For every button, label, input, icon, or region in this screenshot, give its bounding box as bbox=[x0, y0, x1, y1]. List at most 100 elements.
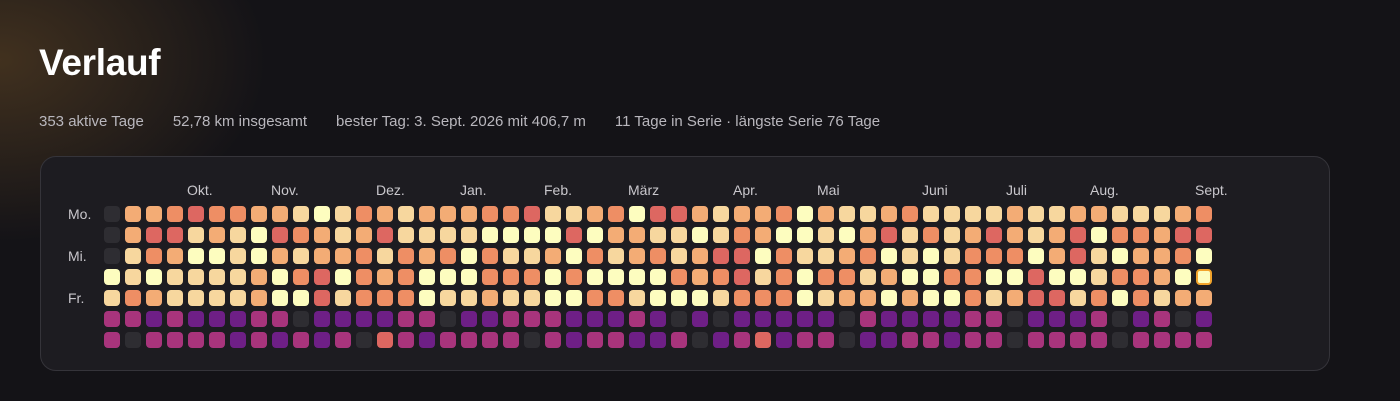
heatmap-cell[interactable] bbox=[398, 248, 414, 264]
heatmap-cell[interactable] bbox=[1133, 311, 1149, 327]
heatmap-cell[interactable] bbox=[1091, 206, 1107, 222]
heatmap-cell[interactable] bbox=[125, 227, 141, 243]
heatmap-cell[interactable] bbox=[755, 248, 771, 264]
heatmap-cell[interactable] bbox=[776, 206, 792, 222]
heatmap-cell[interactable] bbox=[1196, 206, 1212, 222]
heatmap-cell[interactable] bbox=[104, 206, 120, 222]
heatmap-cell[interactable] bbox=[461, 269, 477, 285]
heatmap-cell[interactable] bbox=[146, 311, 162, 327]
heatmap-cell[interactable] bbox=[293, 206, 309, 222]
heatmap-cell[interactable] bbox=[629, 290, 645, 306]
heatmap-cell[interactable] bbox=[902, 269, 918, 285]
heatmap-cell[interactable] bbox=[776, 311, 792, 327]
heatmap-cell[interactable] bbox=[272, 332, 288, 348]
heatmap-cell[interactable] bbox=[503, 332, 519, 348]
heatmap-cell[interactable] bbox=[545, 332, 561, 348]
heatmap-cell[interactable] bbox=[1049, 290, 1065, 306]
heatmap-cell[interactable] bbox=[377, 227, 393, 243]
heatmap-cell[interactable] bbox=[713, 206, 729, 222]
heatmap-cell[interactable] bbox=[125, 206, 141, 222]
heatmap-cell[interactable] bbox=[209, 227, 225, 243]
heatmap-cell[interactable] bbox=[335, 206, 351, 222]
heatmap-cell[interactable] bbox=[902, 332, 918, 348]
heatmap-cell[interactable] bbox=[839, 290, 855, 306]
heatmap-cell[interactable] bbox=[881, 269, 897, 285]
heatmap-cell[interactable] bbox=[650, 227, 666, 243]
heatmap-cell[interactable] bbox=[1175, 227, 1191, 243]
heatmap-cell[interactable] bbox=[1091, 248, 1107, 264]
heatmap-cell[interactable] bbox=[188, 311, 204, 327]
heatmap-cell[interactable] bbox=[230, 227, 246, 243]
heatmap-cell[interactable] bbox=[608, 290, 624, 306]
heatmap-cell[interactable] bbox=[944, 332, 960, 348]
heatmap-cell[interactable] bbox=[482, 206, 498, 222]
heatmap-cell[interactable] bbox=[251, 311, 267, 327]
heatmap-cell[interactable] bbox=[671, 332, 687, 348]
heatmap-cell[interactable] bbox=[1028, 332, 1044, 348]
heatmap-cell[interactable] bbox=[398, 332, 414, 348]
heatmap-cell[interactable] bbox=[293, 311, 309, 327]
heatmap-cell[interactable] bbox=[692, 227, 708, 243]
heatmap-cell-today[interactable] bbox=[1196, 269, 1212, 285]
heatmap-cell[interactable] bbox=[1007, 311, 1023, 327]
heatmap-cell[interactable] bbox=[965, 206, 981, 222]
heatmap-cell[interactable] bbox=[398, 290, 414, 306]
heatmap-cell[interactable] bbox=[797, 227, 813, 243]
heatmap-cell[interactable] bbox=[356, 206, 372, 222]
heatmap-cell[interactable] bbox=[251, 227, 267, 243]
heatmap-cell[interactable] bbox=[1070, 269, 1086, 285]
heatmap-cell[interactable] bbox=[272, 227, 288, 243]
heatmap-cell[interactable] bbox=[440, 269, 456, 285]
heatmap-cell[interactable] bbox=[230, 248, 246, 264]
heatmap-cell[interactable] bbox=[1091, 290, 1107, 306]
heatmap-cell[interactable] bbox=[818, 206, 834, 222]
heatmap-cell[interactable] bbox=[566, 290, 582, 306]
heatmap-cell[interactable] bbox=[713, 248, 729, 264]
heatmap-cell[interactable] bbox=[566, 332, 582, 348]
heatmap-cell[interactable] bbox=[923, 290, 939, 306]
heatmap-cell[interactable] bbox=[986, 269, 1002, 285]
heatmap-cell[interactable] bbox=[1091, 269, 1107, 285]
heatmap-cell[interactable] bbox=[461, 311, 477, 327]
heatmap-cell[interactable] bbox=[1028, 290, 1044, 306]
heatmap-cell[interactable] bbox=[545, 290, 561, 306]
heatmap-cell[interactable] bbox=[188, 248, 204, 264]
heatmap-cell[interactable] bbox=[734, 227, 750, 243]
heatmap-cell[interactable] bbox=[524, 269, 540, 285]
heatmap-cell[interactable] bbox=[104, 332, 120, 348]
heatmap-cell[interactable] bbox=[881, 227, 897, 243]
heatmap-cell[interactable] bbox=[440, 227, 456, 243]
heatmap-cell[interactable] bbox=[692, 206, 708, 222]
heatmap-cell[interactable] bbox=[923, 227, 939, 243]
heatmap-cell[interactable] bbox=[713, 290, 729, 306]
heatmap-cell[interactable] bbox=[671, 248, 687, 264]
heatmap-cell[interactable] bbox=[545, 227, 561, 243]
heatmap-cell[interactable] bbox=[146, 269, 162, 285]
heatmap-cell[interactable] bbox=[503, 311, 519, 327]
heatmap-cell[interactable] bbox=[419, 206, 435, 222]
heatmap-cell[interactable] bbox=[713, 227, 729, 243]
heatmap-cell[interactable] bbox=[1133, 227, 1149, 243]
heatmap-cell[interactable] bbox=[524, 227, 540, 243]
heatmap-cell[interactable] bbox=[944, 269, 960, 285]
heatmap-cell[interactable] bbox=[566, 227, 582, 243]
heatmap-cell[interactable] bbox=[251, 269, 267, 285]
heatmap-cell[interactable] bbox=[314, 311, 330, 327]
heatmap-cell[interactable] bbox=[293, 269, 309, 285]
heatmap-cell[interactable] bbox=[545, 206, 561, 222]
heatmap-cell[interactable] bbox=[902, 206, 918, 222]
heatmap-cell[interactable] bbox=[818, 227, 834, 243]
heatmap-cell[interactable] bbox=[776, 290, 792, 306]
heatmap-cell[interactable] bbox=[482, 227, 498, 243]
heatmap-cell[interactable] bbox=[713, 269, 729, 285]
heatmap-cell[interactable] bbox=[650, 290, 666, 306]
heatmap-cell[interactable] bbox=[860, 227, 876, 243]
heatmap-cell[interactable] bbox=[944, 206, 960, 222]
heatmap-cell[interactable] bbox=[1133, 248, 1149, 264]
heatmap-cell[interactable] bbox=[860, 248, 876, 264]
heatmap-cell[interactable] bbox=[860, 290, 876, 306]
heatmap-cell[interactable] bbox=[209, 332, 225, 348]
heatmap-cell[interactable] bbox=[1133, 206, 1149, 222]
heatmap-cell[interactable] bbox=[587, 227, 603, 243]
heatmap-cell[interactable] bbox=[755, 311, 771, 327]
